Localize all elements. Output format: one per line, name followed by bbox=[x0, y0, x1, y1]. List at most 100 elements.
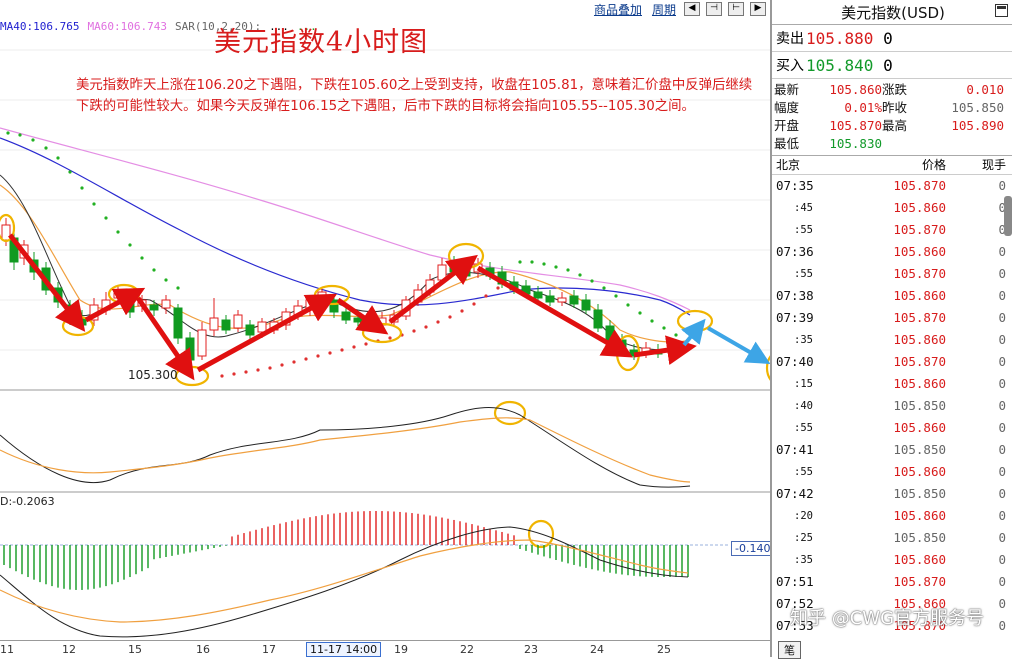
tick-row: :35 105.860 0 bbox=[772, 549, 1012, 571]
tick-volume: 0 bbox=[998, 420, 1006, 435]
x-axis-tick: 17 bbox=[262, 643, 276, 656]
candle-body bbox=[185, 337, 195, 361]
x-axis-tick: 22 bbox=[460, 643, 474, 656]
candle-body bbox=[1, 224, 11, 241]
macd-histogram bbox=[3, 511, 689, 590]
tick-time: :55 bbox=[794, 268, 813, 280]
annotation-circles bbox=[0, 213, 770, 549]
sell-volume: 0 bbox=[883, 28, 893, 48]
tick-row: :40 105.850 0 bbox=[772, 395, 1012, 417]
candle-body bbox=[245, 324, 255, 336]
scrollbar-thumb[interactable] bbox=[1004, 196, 1012, 236]
tick-price: 105.860 bbox=[893, 420, 946, 435]
stat-value: 0.01% bbox=[844, 100, 882, 115]
candle-body bbox=[557, 297, 567, 303]
stat-label: 昨收 bbox=[882, 100, 908, 115]
tick-price: 105.870 bbox=[893, 222, 946, 237]
tick-time: 07:35 bbox=[776, 178, 814, 193]
stat-value: 105.830 bbox=[829, 136, 882, 151]
tick-price: 105.860 bbox=[893, 200, 946, 215]
tick-header: 北京 价格 现手 bbox=[772, 156, 1012, 175]
x-axis-tick: 19 bbox=[394, 643, 408, 656]
candle-body bbox=[173, 307, 183, 339]
tick-header-volume: 现手 bbox=[981, 158, 1006, 172]
stat-value: 105.850 bbox=[951, 100, 1004, 115]
candle-body bbox=[257, 321, 267, 333]
x-axis-tick: 15 bbox=[128, 643, 142, 656]
tick-row: :45 105.860 0 bbox=[772, 197, 1012, 219]
tick-row: :55 105.870 0 bbox=[772, 219, 1012, 241]
tick-time: :55 bbox=[794, 422, 813, 434]
tick-row: :25 105.850 0 bbox=[772, 527, 1012, 549]
tick-row: :55 105.860 0 bbox=[772, 417, 1012, 439]
oscillator-line-orange bbox=[0, 417, 691, 483]
tick-price: 105.860 bbox=[893, 464, 946, 479]
candle-body bbox=[341, 311, 351, 321]
scrollbar[interactable] bbox=[1004, 188, 1012, 248]
tick-volume: 0 bbox=[998, 310, 1006, 325]
tick-row: :15 105.860 0 bbox=[772, 373, 1012, 395]
prev-icon[interactable]: ⊣ bbox=[706, 2, 722, 16]
tick-volume: 0 bbox=[998, 486, 1006, 501]
tick-price: 105.870 bbox=[893, 574, 946, 589]
x-axis-tick: 12 bbox=[62, 643, 76, 656]
tick-volume: 0 bbox=[998, 376, 1006, 391]
tick-price: 105.870 bbox=[893, 178, 946, 193]
tick-volume: 0 bbox=[998, 266, 1006, 281]
tick-row: 07:51 105.870 0 bbox=[772, 571, 1012, 593]
candlesticks bbox=[1, 218, 687, 366]
chart-title: 美元指数4小时图 bbox=[214, 27, 429, 58]
sell-price: 105.880 bbox=[806, 28, 874, 48]
tick-price: 105.860 bbox=[893, 288, 946, 303]
low-price-label: 105.300 bbox=[128, 368, 178, 382]
stat-label: 最高 bbox=[882, 118, 908, 133]
kline-chart-area[interactable]: MA40:106.765 MA60:106.743 SAR(10,2,20):...… bbox=[0, 0, 770, 657]
pen-tool-button[interactable]: 笔 bbox=[778, 641, 801, 659]
stat-value: 105.870 bbox=[829, 118, 882, 133]
tick-row: 07:41 105.850 0 bbox=[772, 439, 1012, 461]
tick-row: 07:40 105.870 0 bbox=[772, 351, 1012, 373]
stat-label: 最低 bbox=[774, 136, 800, 151]
tick-time: :40 bbox=[794, 400, 813, 412]
stat-label: 幅度 bbox=[774, 100, 800, 115]
x-axis-tick: 25 bbox=[657, 643, 671, 656]
tick-time: 07:51 bbox=[776, 574, 814, 589]
x-axis: 11 12 15 16 17 11-17 14:00 19 22 23 24 25 bbox=[0, 640, 770, 657]
tick-volume: 0 bbox=[998, 288, 1006, 303]
tick-list[interactable]: 07:35 105.870 0:45 105.860 0:55 105.870 0 07:36… bbox=[772, 175, 1012, 635]
candle-body bbox=[209, 317, 219, 331]
right-arrow-icon[interactable]: ▶ bbox=[750, 2, 766, 16]
x-axis-tick: 23 bbox=[524, 643, 538, 656]
overlay-link[interactable]: 商品叠加 bbox=[591, 0, 644, 18]
tick-time: 07:39 bbox=[776, 310, 814, 325]
sell-row: 卖出 105.880 0 bbox=[772, 25, 1012, 52]
buy-volume: 0 bbox=[883, 55, 893, 75]
stat-label: 涨跌 bbox=[882, 82, 908, 97]
candle-body bbox=[545, 295, 555, 303]
left-arrow-icon[interactable]: ◀ bbox=[684, 2, 700, 16]
tick-volume: 0 bbox=[998, 508, 1006, 523]
tick-price: 105.850 bbox=[893, 530, 946, 545]
tick-volume: 0 bbox=[998, 244, 1006, 259]
stat-value bbox=[922, 135, 1004, 153]
x-axis-tick: 16 bbox=[196, 643, 210, 656]
tick-time: :35 bbox=[794, 334, 813, 346]
x-axis-tick: 24 bbox=[590, 643, 604, 656]
stat-value: 105.890 bbox=[951, 118, 1004, 133]
tick-volume: 0 bbox=[998, 574, 1006, 589]
tick-price: 105.860 bbox=[893, 552, 946, 567]
candle-body bbox=[533, 291, 543, 299]
period-link[interactable]: 周期 bbox=[649, 0, 678, 18]
tick-volume: 0 bbox=[998, 530, 1006, 545]
instrument-name: 美元指数(USD) bbox=[841, 3, 945, 22]
tick-time: 07:40 bbox=[776, 354, 814, 369]
tick-price: 105.870 bbox=[893, 354, 946, 369]
chart-toolbar: 商品叠加 周期 ◀ ⊣ ⊢ ▶ bbox=[591, 0, 766, 18]
next-icon[interactable]: ⊢ bbox=[728, 2, 744, 16]
window-box-icon[interactable] bbox=[995, 4, 1008, 17]
candle-body bbox=[569, 295, 579, 305]
candle-body bbox=[197, 329, 207, 357]
tick-row: :20 105.860 0 bbox=[772, 505, 1012, 527]
tick-volume: 0 bbox=[998, 200, 1006, 215]
tick-price: 105.860 bbox=[893, 244, 946, 259]
